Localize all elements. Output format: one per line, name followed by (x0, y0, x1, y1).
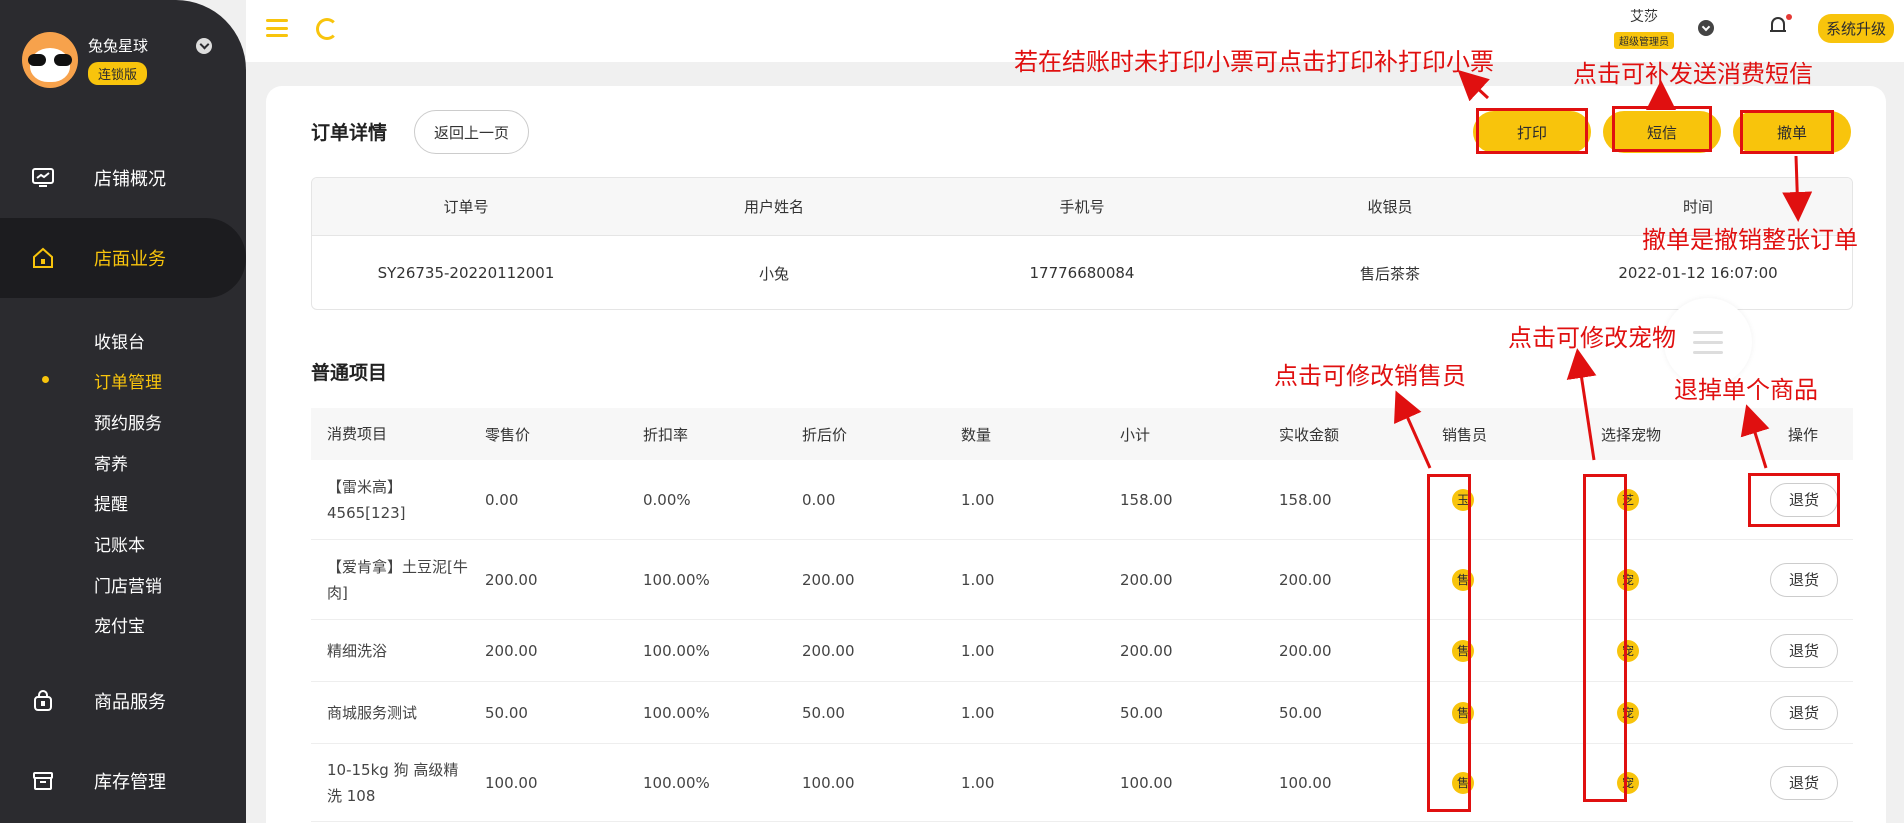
annotation-arrows (1394, 69, 1813, 469)
